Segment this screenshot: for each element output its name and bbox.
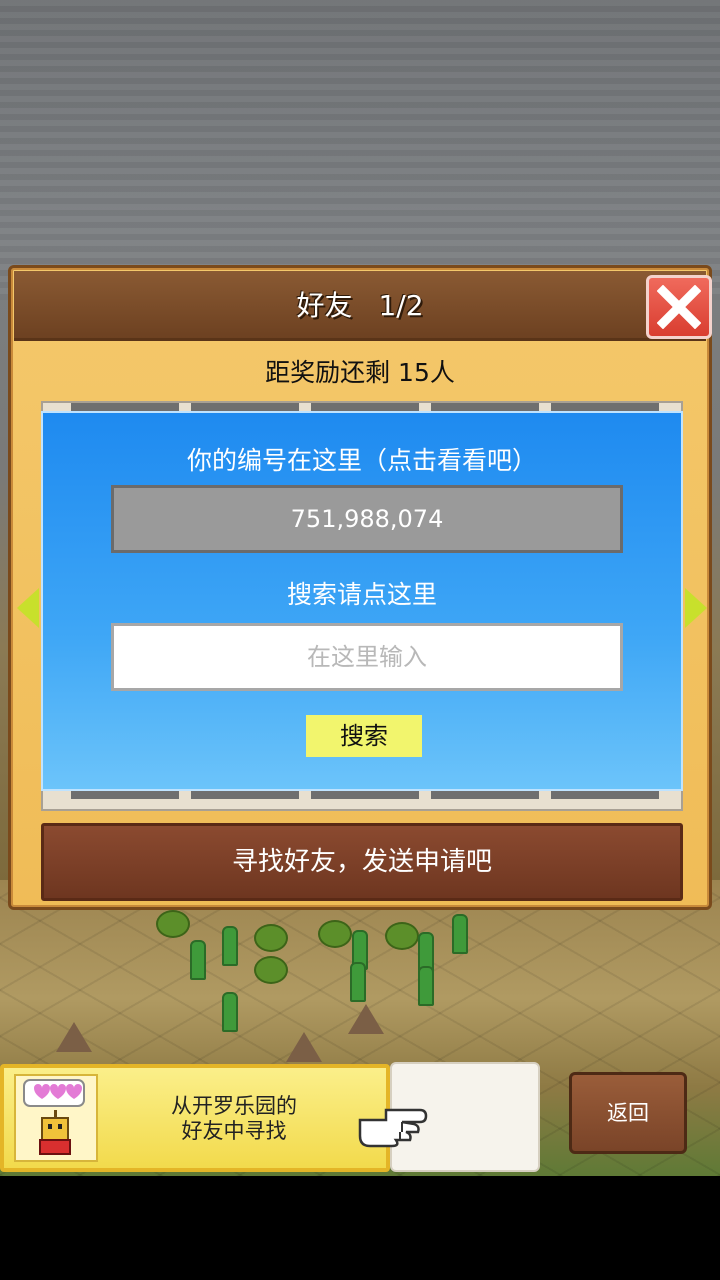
close-button[interactable] xyxy=(646,275,712,339)
dialog-title: 好友 1/2 xyxy=(14,271,706,341)
sky-clouds xyxy=(0,0,720,300)
cactus xyxy=(190,940,206,980)
back-button[interactable]: 返回 xyxy=(569,1072,687,1154)
search-caption: 搜索请点这里 xyxy=(286,580,437,609)
id-caption: 你的编号在这里（点击看看吧） xyxy=(186,446,537,475)
cactus xyxy=(222,926,238,966)
cactus xyxy=(418,966,434,1006)
find-friends-button[interactable]: 寻找好友，发送申请吧 xyxy=(41,823,683,901)
bush xyxy=(156,910,190,938)
page-indicator: 1/2 xyxy=(378,289,424,322)
title-label: 好友 xyxy=(296,289,353,322)
arrow-left-icon[interactable] xyxy=(17,588,39,628)
kairo-friends-text: 从开罗乐园的 好友中寻找 xyxy=(134,1094,334,1144)
friends-dialog: 好友 1/2 距奖励还剩 15人 你的编号在这里（点击看看吧） 751,988,0… xyxy=(8,265,712,910)
bush xyxy=(254,924,288,952)
cactus xyxy=(452,914,468,954)
search-input[interactable]: 在这里输入 xyxy=(111,623,623,691)
close-icon xyxy=(657,285,701,329)
cactus xyxy=(222,992,238,1032)
kairo-text-line1: 从开罗乐园的 xyxy=(171,1094,297,1118)
reward-remaining-text: 距奖励还剩 15人 xyxy=(265,358,455,387)
bush xyxy=(385,922,419,950)
bush xyxy=(318,920,352,948)
rock xyxy=(56,1022,92,1052)
kairo-bot-icon xyxy=(14,1074,98,1162)
cactus xyxy=(350,962,366,1002)
arrow-right-icon[interactable] xyxy=(685,588,707,628)
rock xyxy=(286,1032,322,1062)
dialog-header: 好友 1/2 xyxy=(14,271,712,341)
kairo-text-line2: 好友中寻找 xyxy=(181,1119,287,1143)
kairo-friends-card[interactable]: 从开罗乐园的 好友中寻找 xyxy=(0,1064,390,1172)
friend-search-panel: 你的编号在这里（点击看看吧） 751,988,074 搜索请点这里 在这里输入 … xyxy=(41,411,683,791)
player-id-box[interactable]: 751,988,074 xyxy=(111,485,623,553)
bush xyxy=(254,956,288,984)
pointing-hand-icon xyxy=(356,1100,428,1152)
rock xyxy=(348,1004,384,1034)
search-button[interactable]: 搜索 xyxy=(306,715,422,757)
